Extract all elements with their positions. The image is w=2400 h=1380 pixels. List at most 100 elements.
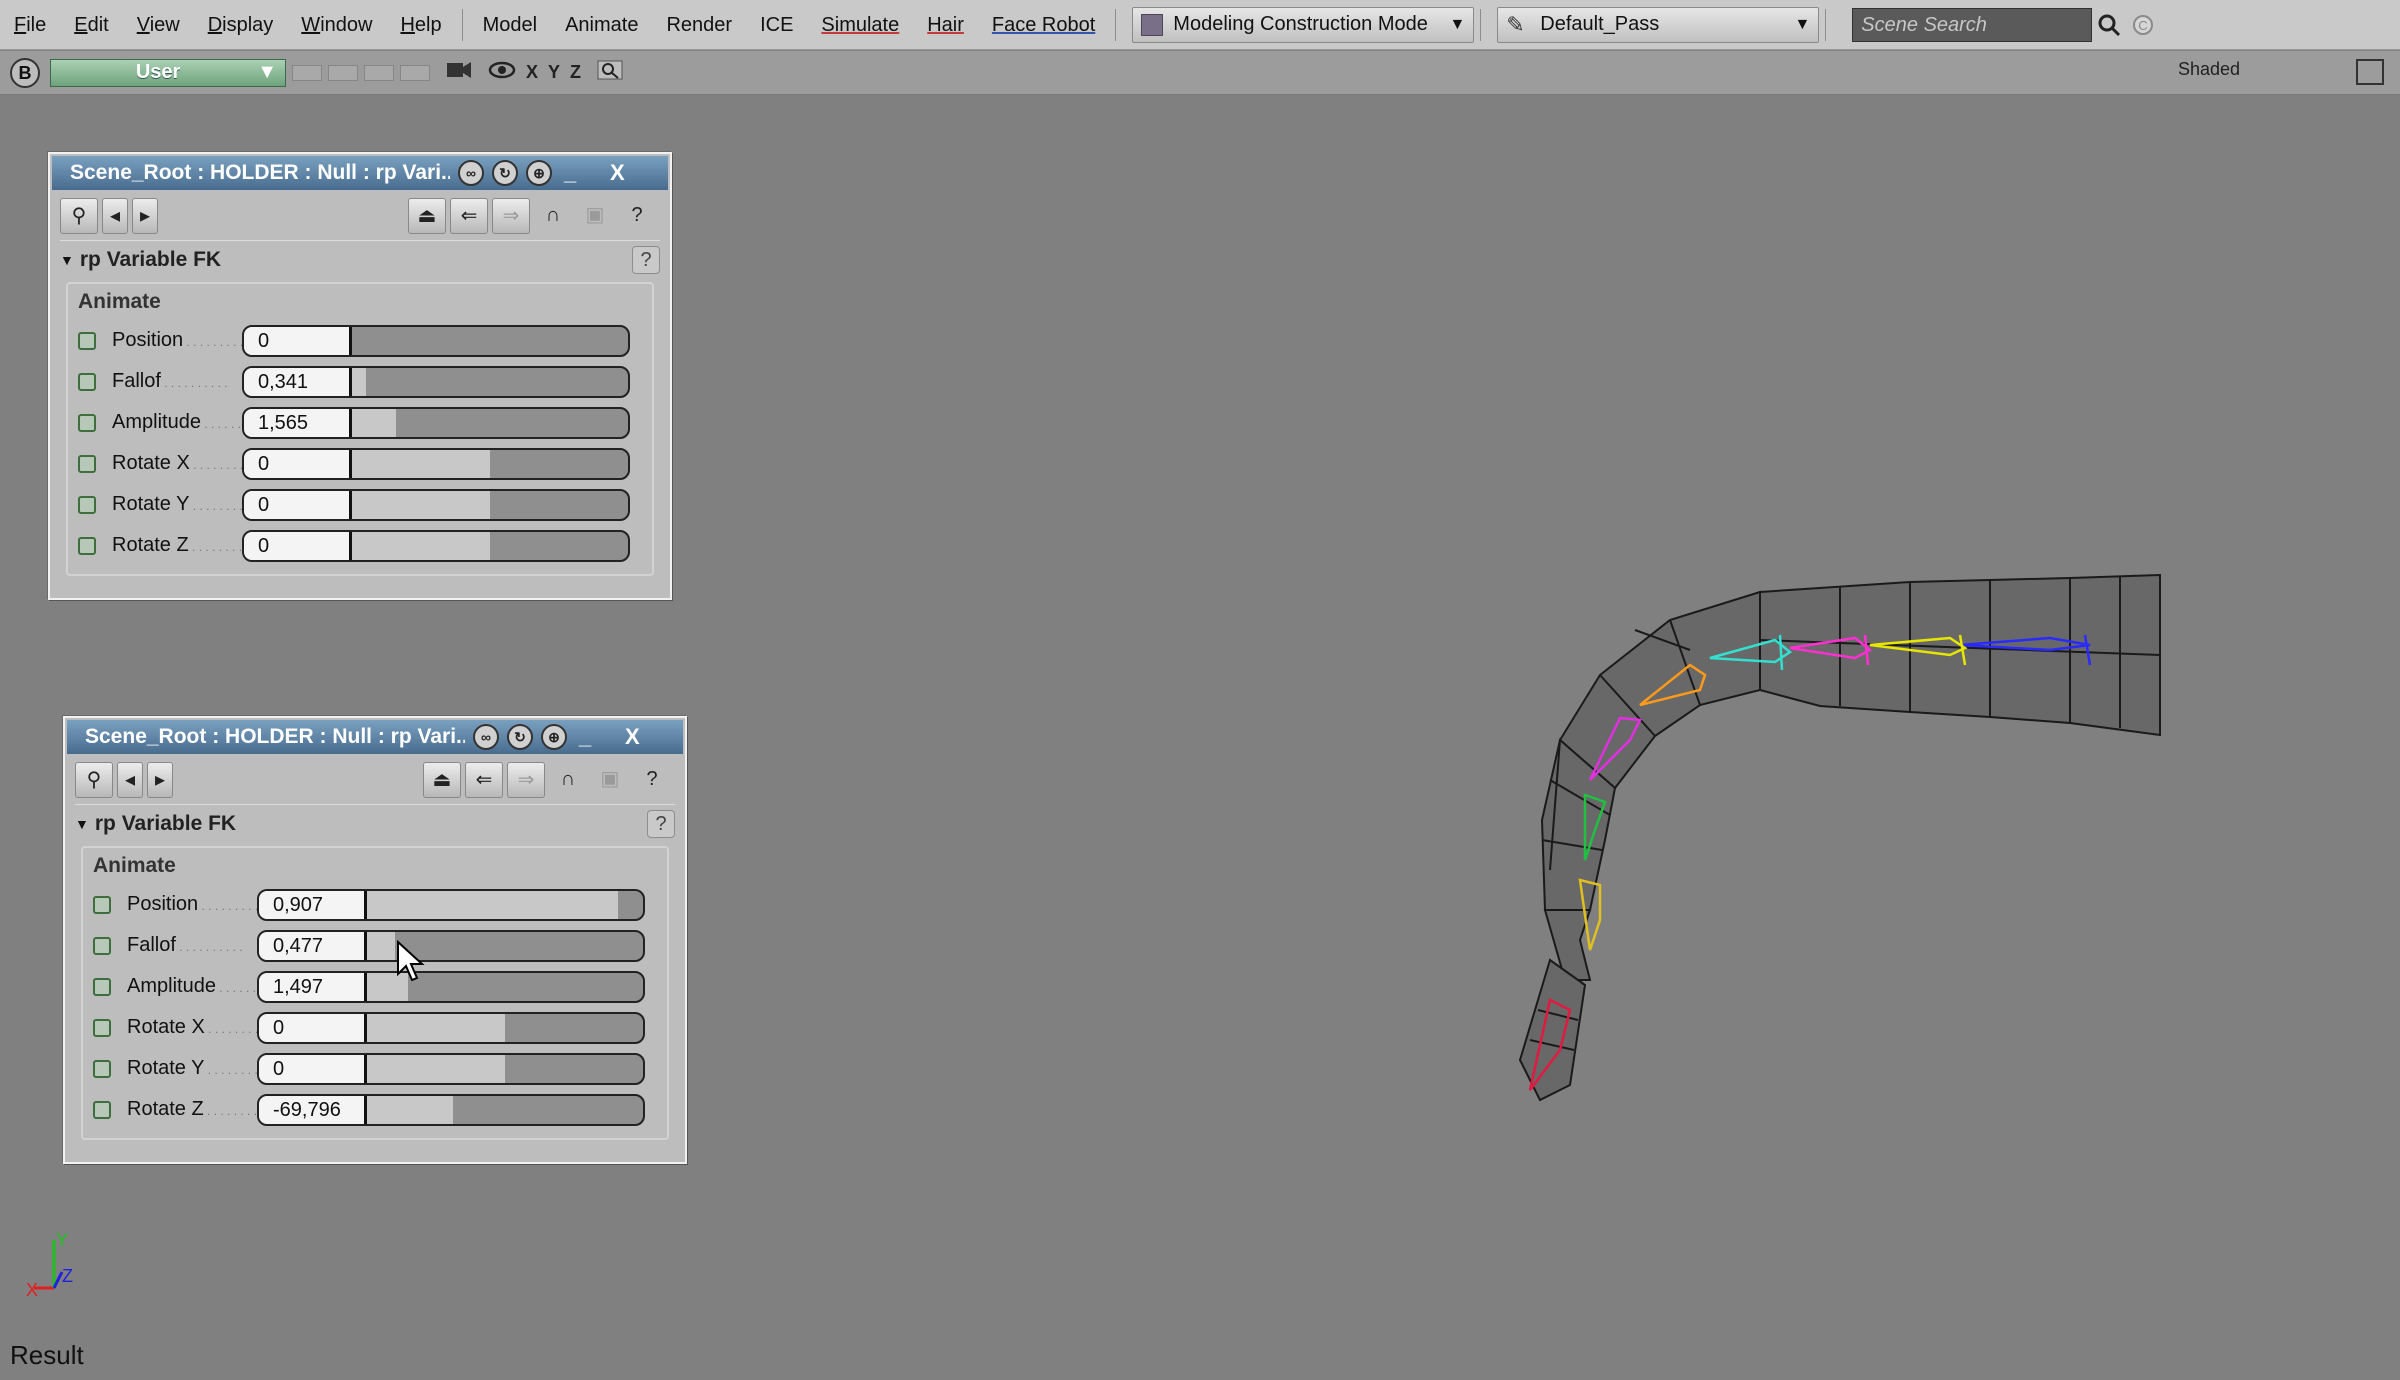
param-slider[interactable]: 0 <box>257 1011 645 1044</box>
axis-x-button[interactable]: X <box>526 62 538 83</box>
slider-track[interactable] <box>367 1095 643 1124</box>
minimize-icon[interactable]: _ <box>579 724 603 750</box>
save-preset-icon[interactable]: ⇐ <box>465 762 503 798</box>
slider-track[interactable] <box>352 367 628 396</box>
animation-toggle-icon[interactable] <box>78 331 96 350</box>
param-slider[interactable]: 0 <box>242 529 630 562</box>
help-icon[interactable]: ? <box>632 245 660 274</box>
collapse-triangle-icon[interactable]: ▼ <box>60 252 74 268</box>
close-icon[interactable]: X <box>610 160 634 186</box>
camera-select[interactable]: User ▼ <box>50 58 286 87</box>
slider-track[interactable] <box>352 490 628 519</box>
animation-toggle-icon[interactable] <box>78 536 96 555</box>
render-pass-dropdown[interactable]: ✎ Default_Pass ▼ <box>1497 6 1820 43</box>
section-header[interactable]: ▼ rp Variable FK ? <box>75 804 675 842</box>
slider-track[interactable] <box>367 1054 643 1083</box>
menu-display[interactable]: Display <box>194 0 288 50</box>
param-value-field[interactable]: -69,796 <box>259 1095 367 1124</box>
param-slider[interactable]: 0,907 <box>257 888 645 921</box>
apply-preset-icon[interactable]: ⇒ <box>492 198 530 234</box>
panel-title-bar[interactable]: Scene_Root : HOLDER : Null : rp Vari... … <box>67 720 683 754</box>
param-value-field[interactable]: 1,497 <box>259 972 367 1001</box>
construction-mode-dropdown[interactable]: Modeling Construction Mode ▼ <box>1132 6 1475 43</box>
param-value-field[interactable]: 0,907 <box>259 890 367 919</box>
keyframe-icon[interactable]: ▣ <box>591 762 629 798</box>
clear-search-icon[interactable]: C <box>2126 8 2160 42</box>
slider-track[interactable] <box>352 327 628 355</box>
load-preset-icon[interactable]: ⏏ <box>423 762 461 798</box>
next-icon[interactable]: ▸ <box>147 762 173 798</box>
eye-icon[interactable] <box>488 59 516 87</box>
animation-toggle-icon[interactable] <box>78 372 96 391</box>
load-preset-icon[interactable]: ⏏ <box>408 198 446 234</box>
animation-toggle-icon[interactable] <box>78 413 96 432</box>
maximize-viewport-icon[interactable] <box>2356 59 2384 85</box>
animation-toggle-icon[interactable] <box>93 1018 111 1037</box>
refresh-icon[interactable]: ↻ <box>492 160 518 186</box>
collapse-triangle-icon[interactable]: ▼ <box>75 816 89 832</box>
menu-window[interactable]: Window <box>287 0 386 50</box>
scene-search-input[interactable]: Scene Search <box>1852 7 2093 42</box>
close-icon[interactable]: X <box>625 724 649 750</box>
section-header[interactable]: ▼ rp Variable FK ? <box>60 240 660 278</box>
slider-track[interactable] <box>367 890 643 919</box>
menu-face-robot[interactable]: Face Robot <box>978 0 1109 50</box>
menu-render[interactable]: Render <box>652 0 746 50</box>
apply-preset-icon[interactable]: ⇒ <box>507 762 545 798</box>
param-value-field[interactable]: 0 <box>244 326 352 355</box>
inspect-icon[interactable]: ⚲ <box>60 198 98 234</box>
slider-track[interactable] <box>352 449 628 478</box>
viewport-letter[interactable]: B <box>10 57 40 88</box>
panel-title-bar[interactable]: Scene_Root : HOLDER : Null : rp Vari... … <box>52 156 668 190</box>
recycle-icon[interactable]: ⊕ <box>541 724 567 750</box>
param-slider[interactable]: 0 <box>242 324 630 357</box>
param-slider[interactable]: 0,341 <box>242 365 630 398</box>
slider-track[interactable] <box>352 408 628 437</box>
view-slot[interactable] <box>400 64 430 81</box>
help-icon[interactable]: ? <box>633 762 671 798</box>
view-slot[interactable] <box>292 64 322 81</box>
keyframe-icon[interactable]: ▣ <box>576 198 614 234</box>
recycle-icon[interactable]: ⊕ <box>526 160 552 186</box>
menu-ice[interactable]: ICE <box>746 0 807 50</box>
menu-model[interactable]: Model <box>469 0 551 50</box>
help-icon[interactable]: ? <box>618 198 656 234</box>
animation-toggle-icon[interactable] <box>78 495 96 514</box>
magnet-icon[interactable]: ∩ <box>549 762 587 798</box>
animation-toggle-icon[interactable] <box>93 936 111 955</box>
view-slot[interactable] <box>328 64 358 81</box>
param-value-field[interactable]: 0 <box>259 1013 367 1042</box>
search-icon[interactable] <box>2092 8 2126 42</box>
camera-icon[interactable] <box>446 59 472 87</box>
param-value-field[interactable]: 0 <box>244 531 352 560</box>
axis-z-button[interactable]: Z <box>570 62 581 83</box>
bent-arm-mesh[interactable] <box>1490 540 2190 1110</box>
refresh-icon[interactable]: ↻ <box>507 724 533 750</box>
view-slot[interactable] <box>364 64 394 81</box>
magnet-icon[interactable]: ∩ <box>534 198 572 234</box>
param-slider[interactable]: 1,497 <box>257 970 645 1003</box>
animation-toggle-icon[interactable] <box>93 977 111 996</box>
inspect-icon[interactable]: ⚲ <box>75 762 113 798</box>
param-slider[interactable]: 0 <box>257 1052 645 1085</box>
menu-edit[interactable]: Edit <box>60 0 122 50</box>
menu-simulate[interactable]: Simulate <box>807 0 913 50</box>
menu-hair[interactable]: Hair <box>913 0 978 50</box>
zoom-icon[interactable] <box>597 59 623 87</box>
minimize-icon[interactable]: _ <box>564 160 588 186</box>
lock-icon[interactable]: ∞ <box>473 724 499 750</box>
display-mode-label[interactable]: Shaded <box>2178 59 2240 80</box>
previous-icon[interactable]: ◂ <box>117 762 143 798</box>
menu-file[interactable]: File <box>0 0 60 50</box>
param-value-field[interactable]: 0 <box>259 1054 367 1083</box>
animation-toggle-icon[interactable] <box>93 1100 111 1119</box>
menu-help[interactable]: Help <box>386 0 455 50</box>
menu-view[interactable]: View <box>123 0 194 50</box>
param-slider[interactable]: -69,796 <box>257 1093 645 1126</box>
param-value-field[interactable]: 1,565 <box>244 408 352 437</box>
previous-icon[interactable]: ◂ <box>102 198 128 234</box>
param-value-field[interactable]: 0 <box>244 449 352 478</box>
slider-track[interactable] <box>367 1013 643 1042</box>
menu-animate[interactable]: Animate <box>551 0 652 50</box>
param-slider[interactable]: 1,565 <box>242 406 630 439</box>
